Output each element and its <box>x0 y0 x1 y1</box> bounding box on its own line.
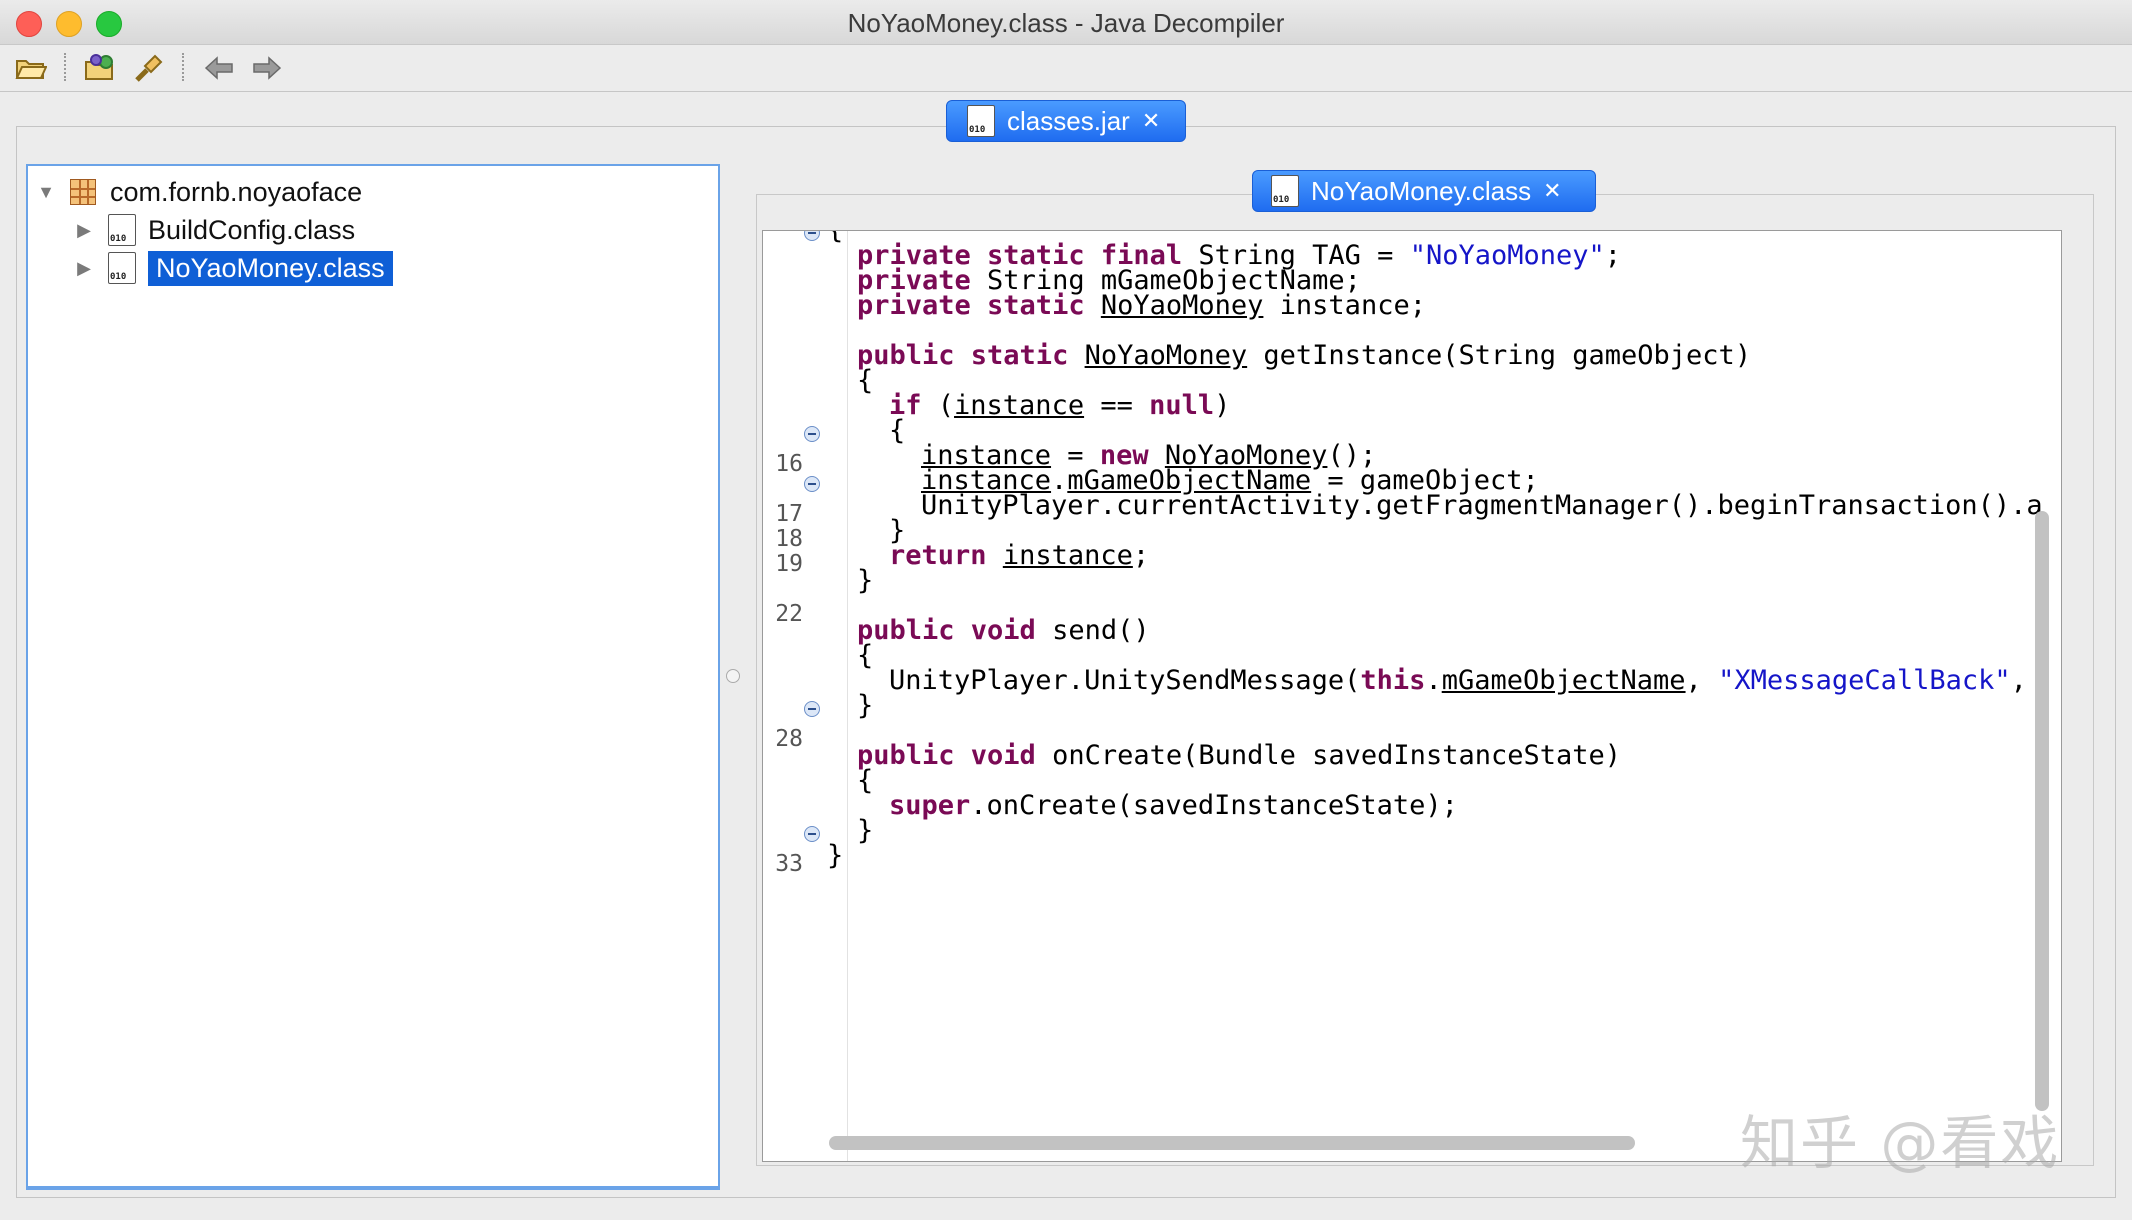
class-file-icon <box>108 214 136 246</box>
code-line: } <box>857 815 874 846</box>
tree-item-buildconfig[interactable]: ▶ BuildConfig.class <box>74 212 355 248</box>
title-bar: NoYaoMoney.class - Java Decompiler <box>0 0 2132 45</box>
back-arrow-icon[interactable] <box>202 51 236 85</box>
tab-label: classes.jar <box>1007 105 1130 136</box>
window-title: NoYaoMoney.class - Java Decompiler <box>847 8 1285 38</box>
search-icon[interactable] <box>132 51 166 85</box>
code-editor[interactable]: 16 17 18 19 22 28 33 { private static fi… <box>762 230 2062 1162</box>
close-icon[interactable]: ✕ <box>1142 108 1160 134</box>
fold-column <box>825 231 848 1161</box>
code-line: public void onCreate(Bundle savedInstanc… <box>857 740 1622 771</box>
code-line: { <box>889 415 906 446</box>
code-line: super.onCreate(savedInstanceState); <box>889 790 1458 821</box>
tree-item-package[interactable]: ▼ com.fornb.noyaoface <box>36 174 362 210</box>
chevron-right-icon[interactable]: ▶ <box>74 258 94 279</box>
toolbar <box>0 45 2132 92</box>
tab-noyaomoney-class[interactable]: NoYaoMoney.class ✕ <box>1252 170 1596 212</box>
code-line: return instance; <box>889 540 1150 571</box>
tree-item-noyaomoney[interactable]: ▶ NoYaoMoney.class <box>74 250 393 286</box>
tab-label: NoYaoMoney.class <box>1311 175 1532 206</box>
code-line: public void send() <box>857 615 1150 646</box>
class-file-icon <box>1271 175 1299 207</box>
tree-item-label: com.fornb.noyaoface <box>110 176 363 207</box>
watermark: 知乎 @看戏 <box>1740 1109 2061 1177</box>
package-tree[interactable]: ▼ com.fornb.noyaoface ▶ BuildConfig.clas… <box>26 164 720 1188</box>
code-line: UnityPlayer.UnitySendMessage(this.mGameO… <box>889 665 2027 696</box>
code-line: } <box>827 840 844 871</box>
code-line: public static NoYaoMoney getInstance(Str… <box>857 340 1752 371</box>
code-line: { <box>857 640 874 671</box>
code-line: } <box>857 565 874 596</box>
tree-item-label: NoYaoMoney.class <box>148 250 393 286</box>
class-file-icon <box>108 252 136 284</box>
forward-arrow-icon[interactable] <box>250 51 284 85</box>
tree-border <box>26 1186 720 1190</box>
open-file-icon[interactable] <box>14 51 48 85</box>
code-line: private static NoYaoMoney instance; <box>857 290 1426 321</box>
code-line: if (instance == null) <box>889 390 1231 421</box>
code-line: { <box>827 231 843 247</box>
code-line: { <box>857 365 874 396</box>
chevron-right-icon[interactable]: ▶ <box>74 220 94 241</box>
chevron-down-icon[interactable]: ▼ <box>36 182 56 203</box>
code-line: UnityPlayer.currentActivity.getFragmentM… <box>921 490 2043 521</box>
close-icon[interactable]: ✕ <box>1543 178 1561 204</box>
horizontal-scrollbar[interactable] <box>829 1136 1635 1150</box>
code-line: } <box>857 690 874 721</box>
splitter-handle[interactable] <box>726 669 740 683</box>
open-type-icon[interactable] <box>84 51 118 85</box>
tab-classes-jar[interactable]: classes.jar ✕ <box>946 100 1186 142</box>
code-text[interactable]: { private static final String TAG = "NoY… <box>763 231 2043 1006</box>
vertical-scrollbar[interactable] <box>2035 511 2049 1111</box>
class-file-icon <box>967 105 995 137</box>
tree-item-label: BuildConfig.class <box>148 214 356 245</box>
package-icon <box>70 179 96 205</box>
code-line: { <box>857 765 874 796</box>
